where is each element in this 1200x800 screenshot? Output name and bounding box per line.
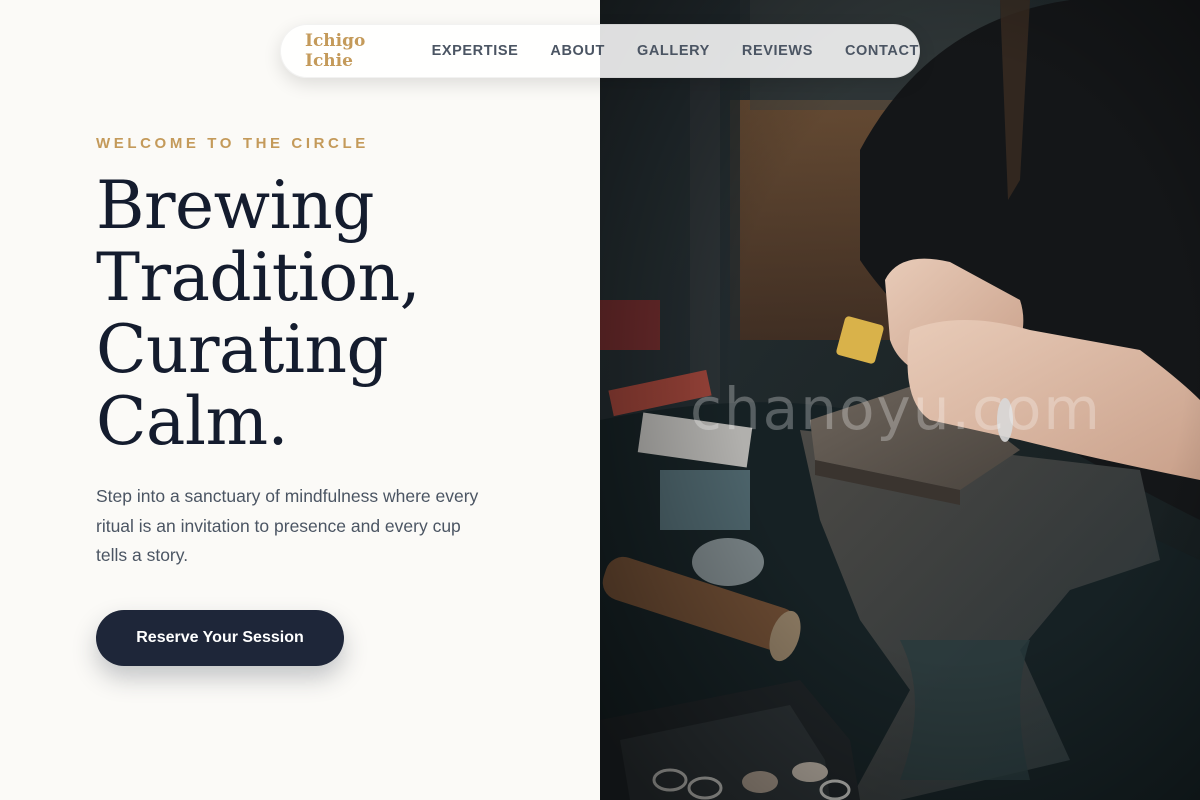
page: WELCOME TO THE CIRCLE Brewing Tradition,… xyxy=(0,0,1200,800)
headline-line: Brewing xyxy=(96,167,374,244)
headline-line: Calm. xyxy=(96,383,289,460)
nav-link-reviews[interactable]: REVIEWS xyxy=(742,43,813,59)
nav-link-about[interactable]: ABOUT xyxy=(550,43,605,59)
headline-line: Tradition, xyxy=(96,239,421,316)
photo-watermark: chanoyu.com xyxy=(690,375,1102,443)
top-navigation: Ichigo Ichie EXPERTISE ABOUT GALLERY REV… xyxy=(280,24,920,78)
brand-logo[interactable]: Ichigo Ichie xyxy=(305,31,394,71)
hero-headline: Brewing Tradition, Curating Calm. xyxy=(96,170,556,458)
nav-link-contact[interactable]: CONTACT xyxy=(845,43,919,59)
nav-link-expertise[interactable]: EXPERTISE xyxy=(432,43,519,59)
nav-link-gallery[interactable]: GALLERY xyxy=(637,43,710,59)
hero-photo: chanoyu.com xyxy=(600,0,1200,800)
hero-description: Step into a sanctuary of mindfulness whe… xyxy=(96,486,479,565)
headline-line: Curating xyxy=(96,311,389,388)
reserve-session-button[interactable]: Reserve Your Session xyxy=(96,610,344,666)
hero-eyebrow: WELCOME TO THE CIRCLE xyxy=(96,135,369,152)
hero-text-panel: WELCOME TO THE CIRCLE Brewing Tradition,… xyxy=(0,0,600,800)
